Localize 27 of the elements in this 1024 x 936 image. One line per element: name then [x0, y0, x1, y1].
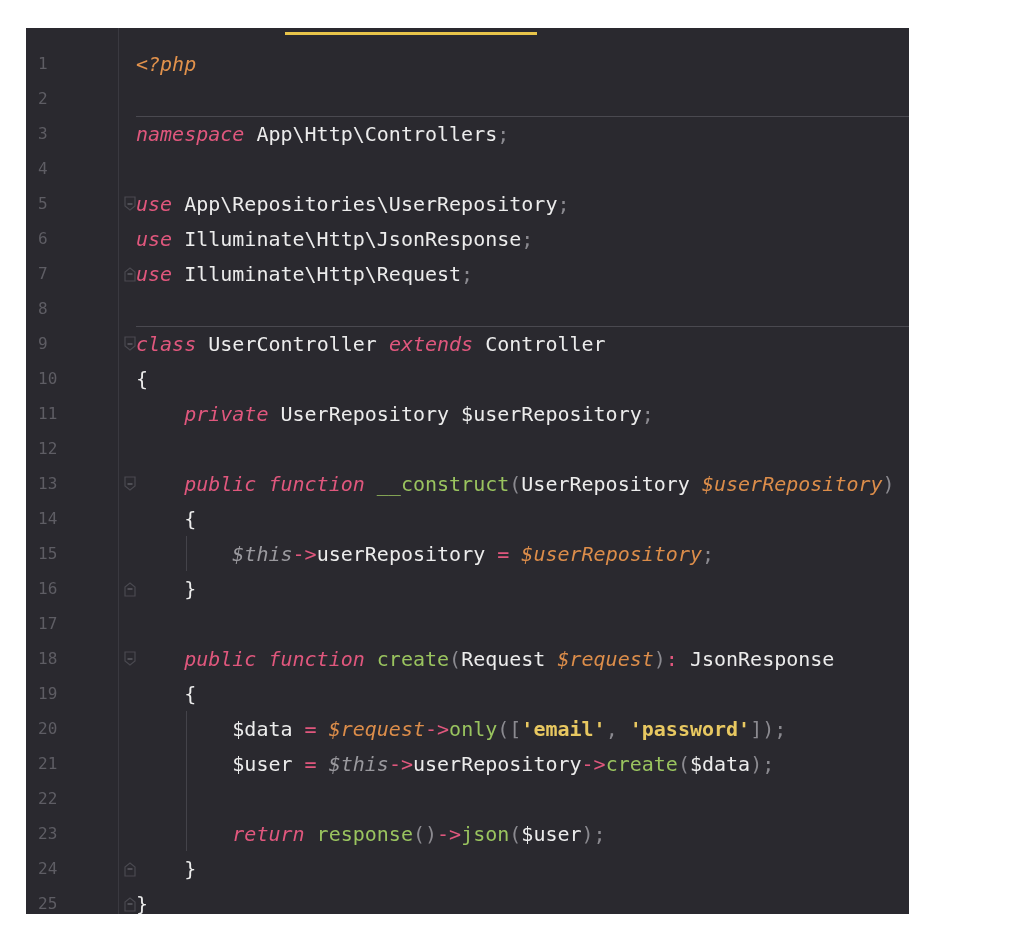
- code-line: $user = $this->userRepository->create($data);: [231, 751, 775, 776]
- code-line: }: [183, 576, 197, 601]
- code-line: <?php: [136, 51, 197, 76]
- code-line: $this->userRepository = $userRepository;: [231, 541, 714, 566]
- code-line: }: [183, 856, 197, 881]
- code-line: {: [136, 366, 149, 391]
- code-line: return response()->json($user);: [231, 821, 606, 846]
- code-line: public function create(Request $request): JsonResponse: [183, 646, 835, 671]
- fold-icon[interactable]: [124, 860, 136, 877]
- fold-icon[interactable]: [124, 195, 136, 212]
- fold-icon[interactable]: [124, 650, 136, 667]
- fold-icon[interactable]: [124, 895, 136, 912]
- code-line: use App\Repositories\UserRepository;: [136, 191, 570, 216]
- code-line: {: [183, 506, 197, 531]
- code-line: use Illuminate\Http\JsonResponse;: [136, 226, 534, 251]
- fold-icon[interactable]: [124, 265, 136, 282]
- fold-icon[interactable]: [124, 580, 136, 597]
- code-line: private UserRepository $userRepository;: [183, 401, 654, 426]
- fold-icon[interactable]: [124, 335, 136, 352]
- code-line: $data = $request->only(['email', 'password']);: [231, 716, 787, 741]
- code-line: }: [136, 891, 149, 916]
- code-line: use Illuminate\Http\Request;: [136, 261, 474, 286]
- code-line: namespace App\Http\Controllers;: [136, 121, 510, 146]
- fold-icon[interactable]: [124, 475, 136, 492]
- code-line: {: [183, 681, 197, 706]
- code-line: class UserController extends Controller: [136, 331, 606, 356]
- code-line: public function __construct(UserRepository $userRepository): [183, 471, 895, 496]
